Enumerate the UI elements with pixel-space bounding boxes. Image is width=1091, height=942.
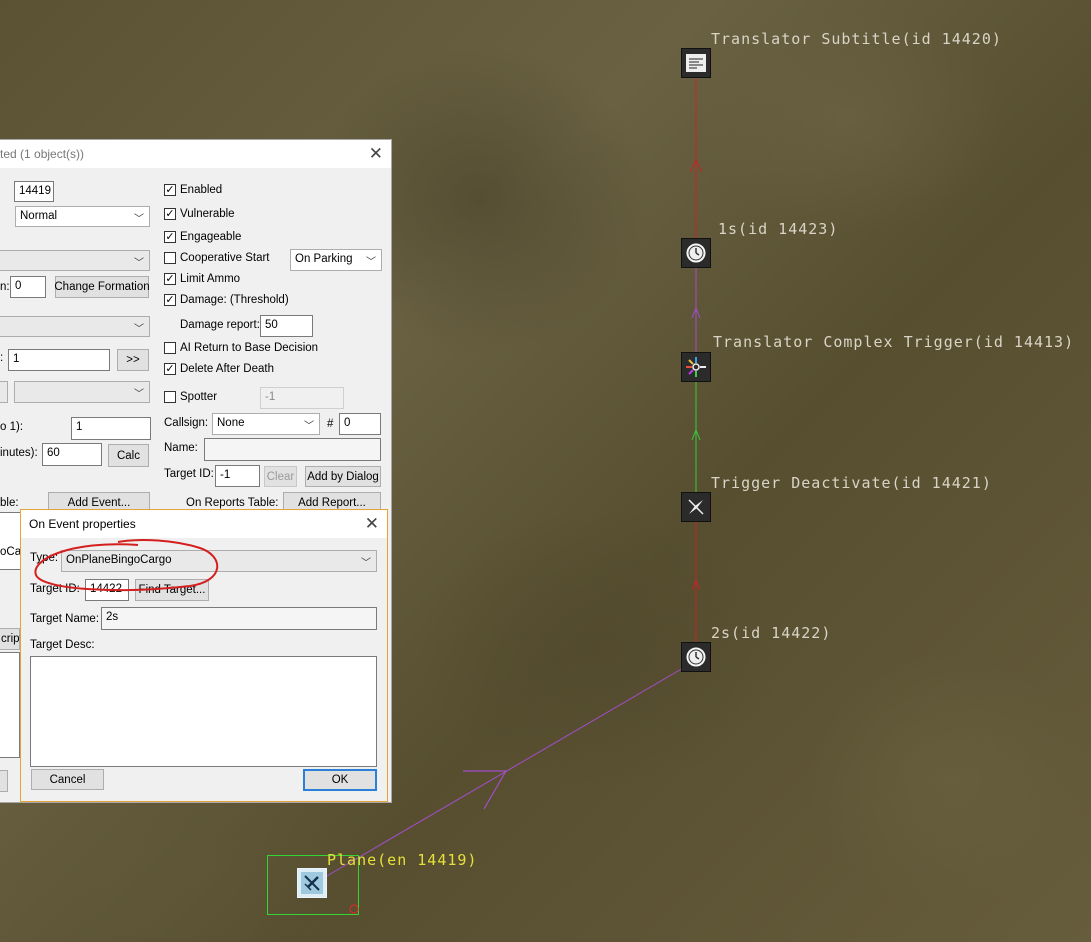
annotation-circle: [34, 539, 219, 592]
